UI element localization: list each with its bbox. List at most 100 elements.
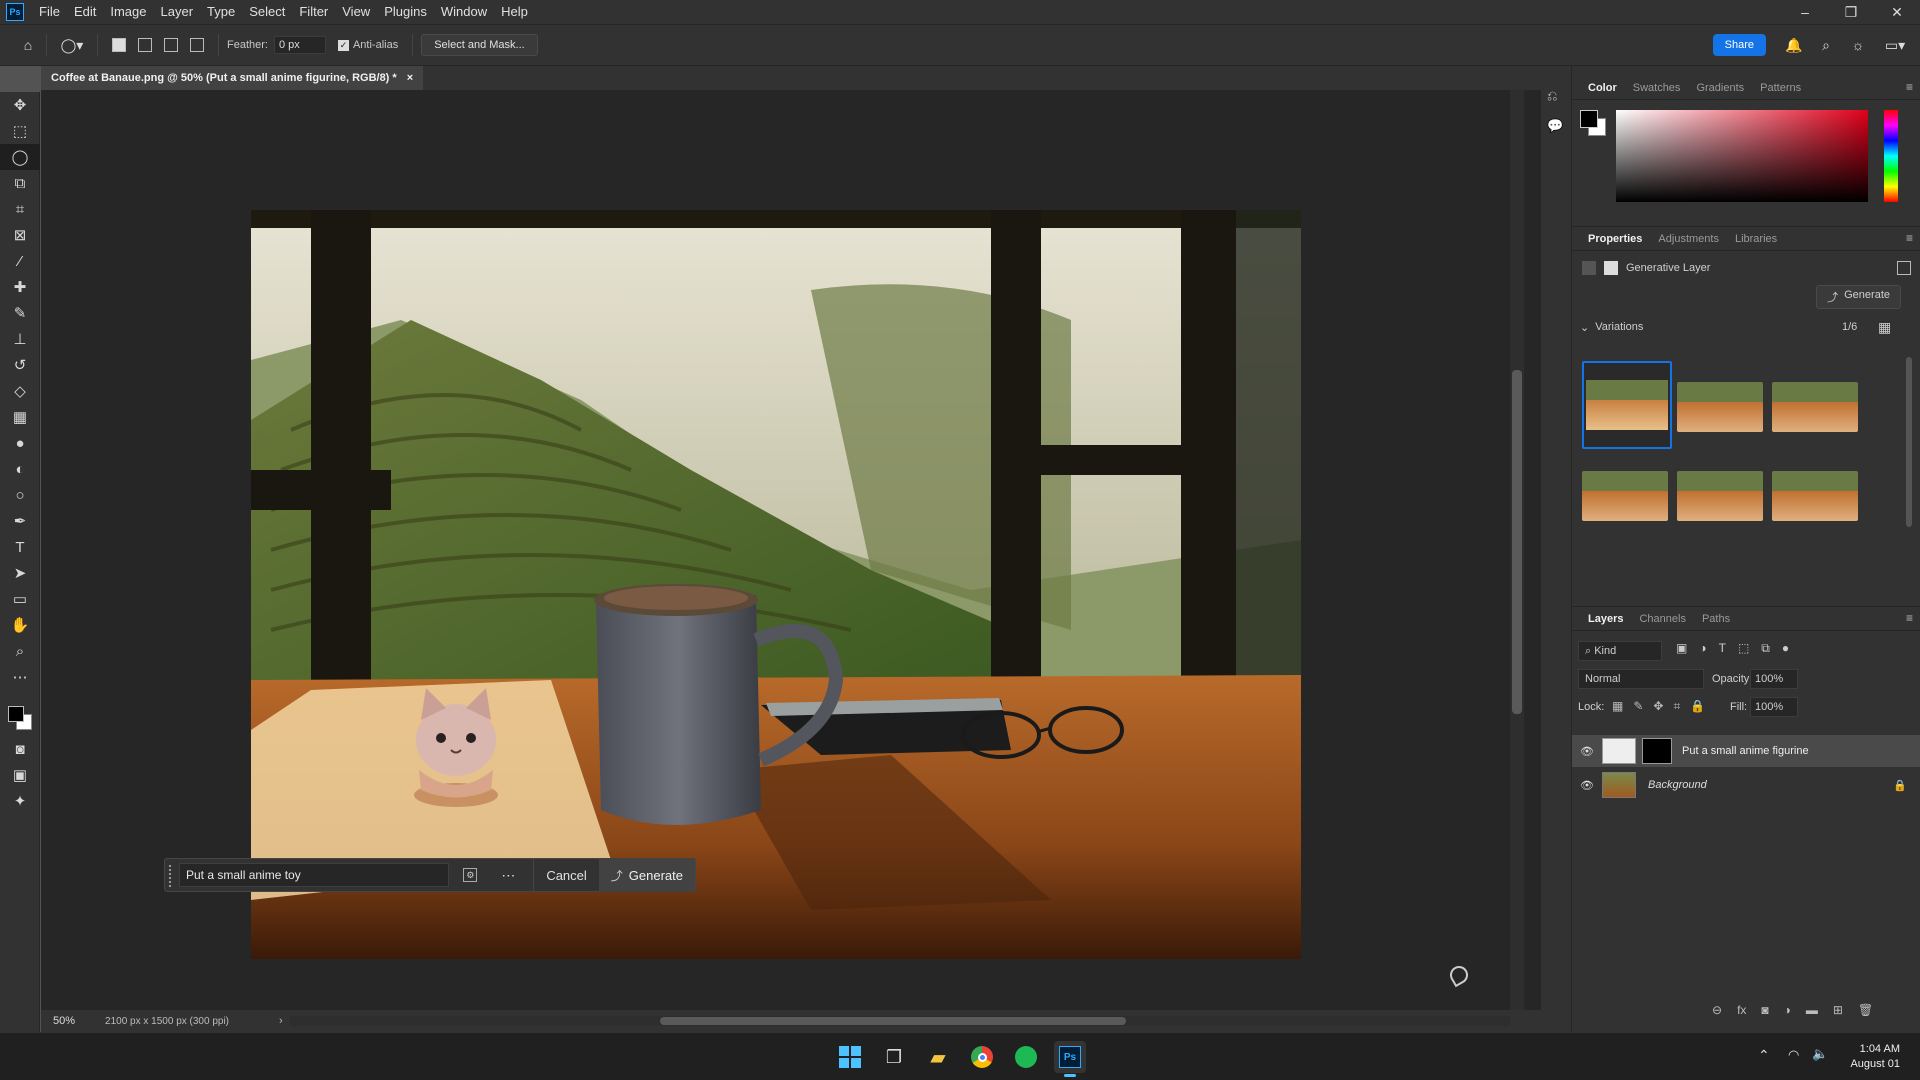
settings-icon[interactable]: ⚙ (463, 868, 478, 882)
task-view-icon[interactable]: ❐ (878, 1041, 910, 1073)
add-to-selection-icon[interactable] (138, 38, 152, 52)
tab-properties[interactable]: Properties (1580, 233, 1650, 245)
object-selection-tool-icon[interactable]: ⧉ (0, 170, 40, 196)
group-icon[interactable]: ▬ (1806, 1003, 1818, 1017)
eraser-tool-icon[interactable]: ◇ (0, 378, 40, 404)
variation-thumb-6[interactable] (1772, 471, 1858, 521)
blur-tool-icon[interactable]: ● (0, 430, 40, 456)
windows-start-icon[interactable] (834, 1041, 866, 1073)
link-layers-icon[interactable]: ⊖ (1712, 1003, 1722, 1017)
clock[interactable]: 1:04 AM August 01 (1840, 1042, 1900, 1072)
properties-option-icon[interactable] (1897, 261, 1911, 275)
properties-scrollbar[interactable] (1906, 357, 1912, 527)
file-explorer-icon[interactable]: ▰ (922, 1041, 954, 1073)
menu-window[interactable]: Window (434, 0, 494, 24)
frame-tool-icon[interactable]: ⊠ (0, 222, 40, 248)
menu-filter[interactable]: Filter (292, 0, 335, 24)
panel-menu-icon[interactable]: ≡ (1906, 80, 1913, 94)
layers-menu-icon[interactable]: ≡ (1906, 611, 1913, 625)
menu-select[interactable]: Select (242, 0, 292, 24)
properties-menu-icon[interactable]: ≡ (1906, 231, 1913, 245)
menu-image[interactable]: Image (103, 0, 153, 24)
more-options-icon[interactable]: ⋯ (501, 867, 515, 884)
menu-plugins[interactable]: Plugins (377, 0, 434, 24)
eyedropper-tool-icon[interactable]: ⁄ (0, 248, 40, 274)
layer-row-background[interactable]: 👁 Background 🔒 (1572, 769, 1920, 801)
minimize-button[interactable]: – (1782, 0, 1828, 24)
crop-tool-icon[interactable]: ⌗ (0, 196, 40, 222)
more-tools-icon[interactable]: ⋯ (0, 664, 40, 690)
kind-filter-select[interactable]: ⌕ Kind (1578, 641, 1662, 661)
menu-file[interactable]: File (32, 0, 67, 24)
marquee-tool-icon[interactable]: ⬚ (0, 118, 40, 144)
tab-paths[interactable]: Paths (1694, 613, 1738, 625)
screen-mode-icon[interactable]: ▣ (0, 762, 40, 788)
new-layer-icon[interactable]: ⊞ (1833, 1003, 1843, 1017)
restore-button[interactable]: ❐ (1828, 0, 1874, 24)
tab-libraries[interactable]: Libraries (1727, 233, 1785, 245)
feather-input[interactable]: 0 px (273, 36, 326, 54)
horizontal-scrollbar-thumb[interactable] (660, 1017, 1126, 1025)
fill-input[interactable]: 100% (1750, 697, 1798, 717)
menu-type[interactable]: Type (200, 0, 242, 24)
generative-icon[interactable]: ✦ (0, 788, 40, 814)
share-button[interactable]: Share (1712, 34, 1766, 56)
gradient-tool-icon[interactable]: ▦ (0, 404, 40, 430)
stamp-tool-icon[interactable]: ⊥ (0, 326, 40, 352)
subtract-from-selection-icon[interactable] (164, 38, 178, 52)
visibility-eye-icon[interactable]: 👁 (1580, 779, 1596, 792)
spotify-icon[interactable] (1010, 1041, 1042, 1073)
show-hidden-icons-icon[interactable]: ⌃ (1758, 1047, 1770, 1064)
tab-adjustments[interactable]: Adjustments (1650, 233, 1727, 245)
pixel-filter-icon[interactable]: ▣ (1676, 641, 1687, 656)
variations-header[interactable]: ⌄ Variations (1580, 321, 1643, 334)
adjustment-filter-icon[interactable]: ◑ (1699, 641, 1706, 656)
variation-thumb-2[interactable] (1677, 382, 1763, 432)
new-selection-icon[interactable] (112, 38, 126, 52)
lasso-tool-preset-icon[interactable]: ◯▾ (55, 35, 89, 55)
prompt-input[interactable]: Put a small anime toy (179, 863, 450, 887)
close-window-button[interactable]: ✕ (1874, 0, 1920, 24)
lock-transparent-icon[interactable]: ▦ (1612, 699, 1623, 714)
cancel-button[interactable]: Cancel (534, 868, 598, 883)
canvas-image[interactable] (251, 210, 1301, 959)
grid-view-icon[interactable]: ▦ (1878, 319, 1891, 336)
volume-icon[interactable]: 🔈 (1812, 1046, 1828, 1062)
intersect-selection-icon[interactable] (190, 38, 204, 52)
variation-thumb-5[interactable] (1677, 471, 1763, 521)
antialias-checkbox[interactable]: ✓ (337, 39, 349, 51)
properties-generate-button[interactable]: ⤴ Generate (1816, 285, 1901, 309)
history-panel-icon[interactable]: ⎌ (1547, 88, 1571, 104)
lock-position-icon[interactable]: ✥ (1653, 699, 1663, 714)
variation-thumb-3[interactable] (1772, 382, 1858, 432)
color-fg-swatch[interactable] (1580, 110, 1598, 128)
home-icon[interactable]: ⌂ (18, 35, 38, 55)
tab-color[interactable]: Color (1580, 82, 1625, 94)
filter-toggle-icon[interactable]: ● (1782, 641, 1789, 656)
zoom-level[interactable]: 50% (53, 1015, 75, 1027)
visibility-eye-icon[interactable]: 👁 (1580, 745, 1596, 758)
close-tab-icon[interactable]: × (407, 66, 413, 90)
lock-pixels-icon[interactable]: ✎ (1633, 699, 1643, 714)
document-tab[interactable]: Coffee at Banaue.png @ 50% (Put a small … (41, 66, 424, 90)
variation-thumb-4[interactable] (1582, 471, 1668, 521)
tab-patterns[interactable]: Patterns (1752, 82, 1809, 94)
menu-view[interactable]: View (335, 0, 377, 24)
zoom-lens-tool-icon[interactable]: ○ (0, 482, 40, 508)
status-arrow-icon[interactable]: › (279, 1015, 283, 1027)
menu-help[interactable]: Help (494, 0, 535, 24)
healing-brush-tool-icon[interactable]: ✚ (0, 274, 40, 300)
history-brush-tool-icon[interactable]: ↺ (0, 352, 40, 378)
dodge-tool-icon[interactable]: ◐ (0, 456, 40, 482)
search-icon[interactable]: ⌕ (1816, 35, 1836, 55)
select-and-mask-button[interactable]: Select and Mask... (421, 34, 538, 56)
tab-channels[interactable]: Channels (1631, 613, 1693, 625)
delete-layer-icon[interactable]: 🗑 (1858, 1003, 1873, 1017)
tab-swatches[interactable]: Swatches (1625, 82, 1689, 94)
bell-icon[interactable]: 🔔 (1784, 35, 1804, 55)
generate-button[interactable]: ⤴ Generate (598, 858, 695, 892)
type-tool-icon[interactable]: T (0, 534, 40, 560)
photoshop-taskbar-icon[interactable]: Ps (1054, 1041, 1086, 1077)
menu-edit[interactable]: Edit (67, 0, 103, 24)
quick-mask-icon[interactable]: ◙ (0, 736, 40, 762)
